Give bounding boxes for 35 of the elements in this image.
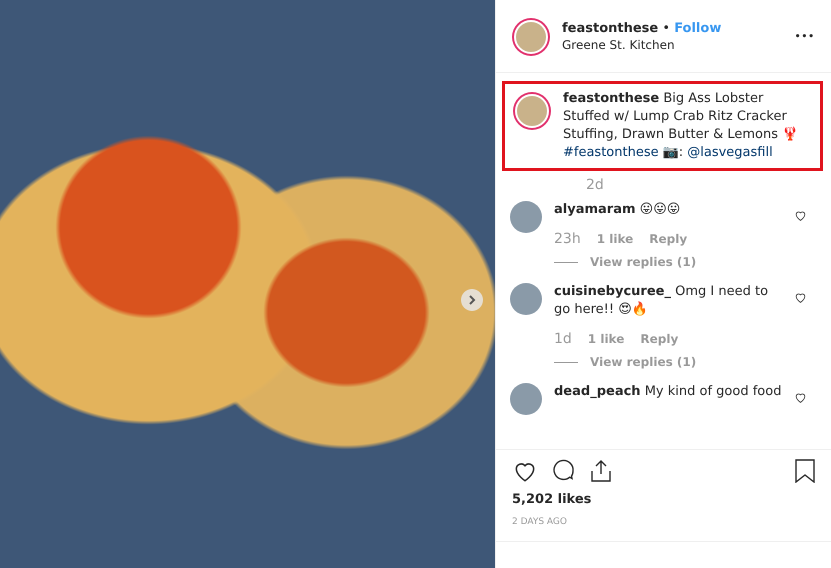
comment-text: dead_peach My kind of good food (554, 383, 782, 401)
likes-count[interactable]: 5,202 likes (512, 492, 592, 507)
heart-icon[interactable] (794, 391, 807, 404)
commenter-avatar[interactable] (514, 20, 548, 54)
comment-time: 1d (554, 331, 572, 347)
next-button[interactable] (461, 289, 483, 311)
bookmark-icon[interactable] (795, 459, 815, 483)
comment-time: 23h (554, 231, 581, 247)
location-link[interactable]: Greene St. Kitchen (562, 38, 675, 52)
more-options-button[interactable]: ••• (794, 32, 815, 42)
hashtag-link[interactable]: #feastonthese (563, 145, 659, 160)
chevron-right-icon (467, 295, 477, 305)
view-replies-link[interactable]: View replies (1) (590, 355, 696, 369)
commenter-avatar[interactable] (510, 201, 542, 233)
comment-text: cuisinebycuree_ Omg I need to go here!! 😍🔥 (554, 283, 770, 319)
commenter-avatar[interactable] (510, 383, 542, 415)
commenter-avatar[interactable] (510, 283, 542, 315)
caption-time: 2d (586, 177, 604, 193)
comment-text: alyamaram 😛😛😛 (554, 201, 682, 219)
heart-icon[interactable] (794, 209, 807, 222)
share-icon[interactable] (590, 459, 612, 483)
post-date: 2 DAYS AGO (512, 517, 567, 527)
reply-link[interactable]: Reply (649, 232, 688, 246)
commenter-avatar[interactable] (515, 94, 549, 128)
view-replies-link[interactable]: View replies (1) (590, 255, 696, 269)
username-link[interactable]: feastonthese (562, 21, 658, 36)
comment-bubble-icon[interactable] (552, 459, 576, 483)
separator-dot: • (662, 21, 670, 36)
follow-button[interactable]: Follow (674, 21, 722, 36)
caption-text: feastonthese Big Ass Lobster Stuffed w/ Lump Crab Ritz Cracker Stuffing, Drawn Butter & Lemons 🦞 #feastonthese 📷: @lasvegasfill (563, 90, 800, 162)
heart-icon[interactable] (794, 291, 807, 304)
comment-likes[interactable]: 1 like (596, 232, 634, 246)
reply-link[interactable]: Reply (640, 332, 678, 346)
mention-link[interactable]: @lasvegasfill (687, 145, 773, 160)
comment-likes[interactable]: 1 like (588, 332, 624, 346)
